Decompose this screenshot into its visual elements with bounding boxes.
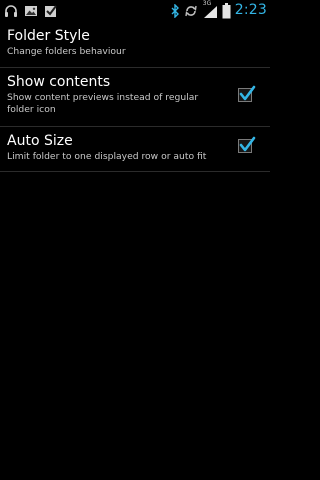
auto-size-checkbox[interactable] — [238, 136, 256, 153]
bluetooth-icon — [171, 3, 180, 19]
pref-show-contents[interactable]: Show contents Show content previews inst… — [0, 68, 270, 126]
checkbox-icon — [44, 3, 58, 17]
pref-summary: Change folders behaviour — [7, 46, 126, 57]
pref-folder-style[interactable]: Folder Style Change folders behaviour — [0, 24, 270, 66]
network-type-label: 3G — [202, 0, 212, 7]
pref-title: Folder Style — [7, 28, 90, 44]
pref-auto-size[interactable]: Auto Size Limit folder to one displayed … — [0, 127, 270, 171]
checkmark-icon — [239, 85, 256, 101]
pref-summary: Show content previews instead of regular… — [7, 92, 199, 115]
battery-icon — [222, 3, 231, 19]
clock: 2:23 — [234, 2, 267, 18]
gallery-icon — [24, 3, 38, 17]
divider — [0, 171, 270, 172]
headphones-icon — [4, 3, 18, 17]
signal-icon: 3G — [202, 0, 218, 18]
show-contents-checkbox[interactable] — [238, 85, 256, 102]
pref-title: Auto Size — [7, 133, 73, 149]
notification-icons — [4, 3, 58, 17]
pref-title: Show contents — [7, 74, 111, 90]
status-bar: 3G 2:23 — [0, 0, 270, 20]
system-icons: 3G 2:23 — [171, 0, 267, 19]
sync-icon — [184, 3, 198, 17]
pref-summary: Limit folder to one displayed row or aut… — [7, 151, 207, 162]
checkmark-icon — [239, 136, 256, 152]
